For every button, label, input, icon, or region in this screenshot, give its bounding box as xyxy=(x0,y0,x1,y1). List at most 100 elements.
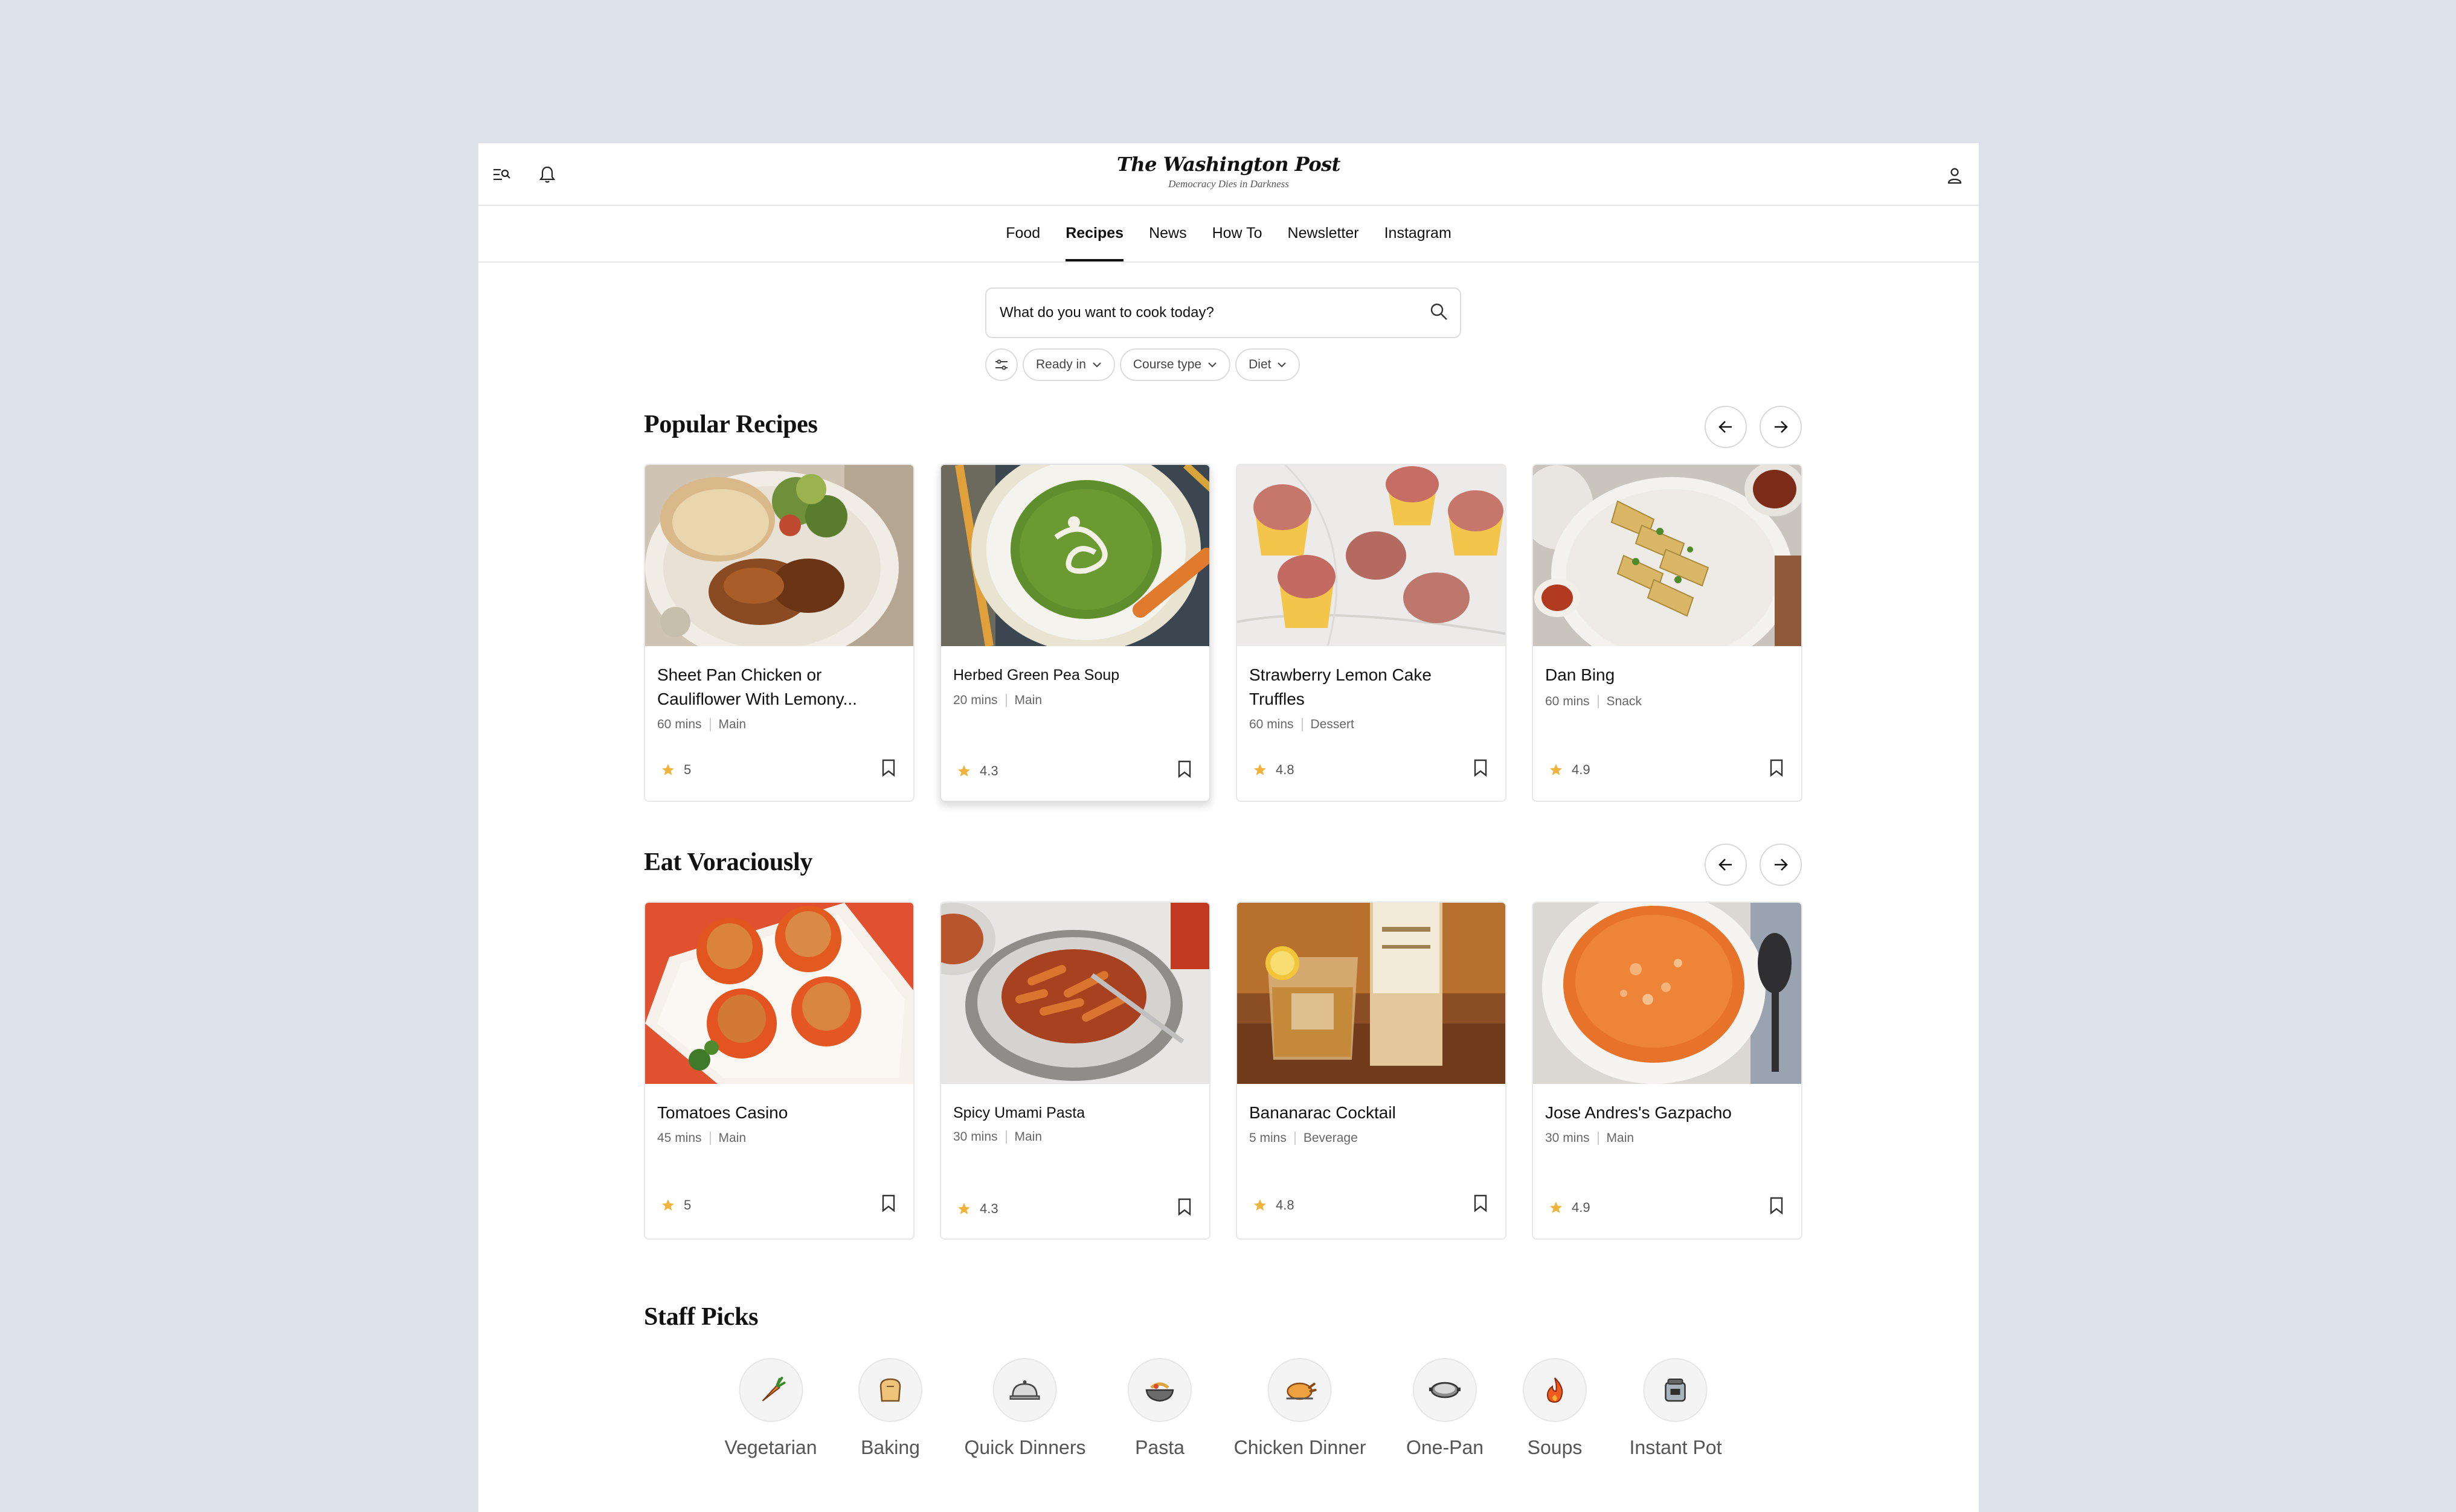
pick-pasta[interactable]: Pasta xyxy=(1128,1358,1192,1459)
roast-chicken-icon xyxy=(1267,1358,1332,1422)
pick-vegetarian[interactable]: Vegetarian xyxy=(724,1358,817,1459)
filter-diet[interactable]: Diet xyxy=(1235,348,1300,381)
bookmark-icon[interactable] xyxy=(1767,757,1786,779)
nav-recipes[interactable]: Recipes xyxy=(1066,205,1124,261)
recipe-card[interactable]: Sheet Pan Chicken or Cauliflower With Le… xyxy=(644,464,915,802)
bookmark-icon[interactable] xyxy=(1767,1195,1786,1217)
recipe-image-gazpacho xyxy=(1533,903,1801,1084)
recipe-meta: 5 mins Beverage xyxy=(1249,1131,1358,1145)
popular-next-button[interactable] xyxy=(1760,406,1802,448)
star-icon xyxy=(958,765,970,777)
recipe-title: Jose Andres's Gazpacho xyxy=(1545,1103,1732,1122)
bookmark-icon[interactable] xyxy=(879,757,898,779)
recipe-meta: 60 mins Main xyxy=(657,717,746,732)
recipe-rating: 4.9 xyxy=(1549,1200,1590,1216)
recipe-title: Tomatoes Casino xyxy=(657,1103,788,1122)
section-title-staff-picks: Staff Picks xyxy=(644,1303,759,1331)
bookmark-icon[interactable] xyxy=(879,1193,898,1214)
nav-newsletter[interactable]: Newsletter xyxy=(1288,205,1359,261)
nav-instagram[interactable]: Instagram xyxy=(1384,205,1451,261)
rating-value: 4.3 xyxy=(980,763,998,778)
recipe-card[interactable]: Jose Andres's Gazpacho 30 mins Main 4.9 xyxy=(1532,902,1802,1240)
search-input[interactable] xyxy=(998,304,1430,322)
pick-quick-dinners[interactable]: Quick Dinners xyxy=(965,1358,1085,1459)
top-bar: The Washington Post Democracy Dies in Da… xyxy=(478,143,1979,206)
recipe-card[interactable]: Spicy Umami Pasta 30 mins Main 4.3 xyxy=(940,902,1210,1240)
filter-label: Course type xyxy=(1133,357,1202,371)
rating-value: 4.3 xyxy=(980,1201,998,1216)
star-icon xyxy=(662,764,674,775)
bookmark-icon[interactable] xyxy=(1175,1196,1194,1218)
arrow-right-icon xyxy=(1775,859,1788,871)
chevron-down-icon xyxy=(1278,362,1287,368)
pressure-cooker-icon xyxy=(1643,1358,1708,1422)
sliders-icon xyxy=(995,359,1008,370)
brand-tagline: Democracy Dies in Darkness xyxy=(1168,178,1289,190)
recipe-card[interactable]: Dan Bing 60 mins Snack 4.9 xyxy=(1532,464,1802,802)
recipe-meta: 45 mins Main xyxy=(657,1131,746,1145)
recipe-rating: 4.9 xyxy=(1549,762,1590,778)
pick-instant-pot[interactable]: Instant Pot xyxy=(1629,1358,1722,1459)
recipe-title: Dan Bing xyxy=(1545,665,1615,684)
recipe-title: Bananarac Cocktail xyxy=(1249,1103,1396,1122)
filter-label: Ready in xyxy=(1036,357,1086,371)
pick-label: Instant Pot xyxy=(1629,1437,1722,1458)
pick-label: Vegetarian xyxy=(724,1437,817,1458)
filter-course-type[interactable]: Course type xyxy=(1119,348,1231,381)
pick-soups[interactable]: Soups xyxy=(1523,1358,1587,1459)
recipe-time: 60 mins xyxy=(1249,717,1294,731)
recipe-rating: 4.3 xyxy=(957,763,998,779)
star-icon xyxy=(1254,764,1266,775)
bookmark-icon[interactable] xyxy=(1175,758,1194,780)
recipe-image-pasta xyxy=(941,903,1209,1084)
recipe-title: Strawberry Lemon Cake Truffles xyxy=(1249,665,1432,708)
recipe-title: Herbed Green Pea Soup xyxy=(953,667,1120,684)
nav-food[interactable]: Food xyxy=(1006,205,1040,261)
recipe-card[interactable]: Bananarac Cocktail 5 mins Beverage 4.8 xyxy=(1236,902,1506,1240)
chevron-down-icon xyxy=(1093,362,1101,368)
brand-logo[interactable]: The Washington Post xyxy=(478,153,1979,176)
pick-one-pan[interactable]: One-Pan xyxy=(1406,1358,1484,1459)
recipe-card[interactable]: Strawberry Lemon Cake Truffles 60 mins De… xyxy=(1236,464,1506,802)
voracious-prev-button[interactable] xyxy=(1705,844,1747,886)
pick-label: Baking xyxy=(861,1437,920,1458)
popular-prev-button[interactable] xyxy=(1705,406,1747,448)
rating-value: 4.8 xyxy=(1276,762,1294,777)
star-icon xyxy=(1550,764,1562,775)
star-icon xyxy=(1254,1199,1266,1211)
recipe-course: Dessert xyxy=(1310,717,1354,731)
filter-bar: Ready in Course type Diet xyxy=(985,348,1300,381)
section-title-voracious: Eat Voraciously xyxy=(644,848,813,876)
recipe-course: Snack xyxy=(1606,694,1642,708)
pasta-bowl-icon xyxy=(1128,1358,1192,1422)
recipe-meta: 60 mins Snack xyxy=(1545,694,1642,709)
filter-settings-button[interactable] xyxy=(985,348,1018,381)
recipe-time: 5 mins xyxy=(1249,1131,1287,1145)
pick-chicken-dinner[interactable]: Chicken Dinner xyxy=(1234,1358,1366,1459)
recipe-course: Main xyxy=(718,717,747,731)
brand[interactable]: The Washington Post Democracy Dies in Da… xyxy=(478,153,1979,190)
recipe-search xyxy=(985,287,1461,338)
recipe-meta: 30 mins Main xyxy=(953,1130,1042,1144)
pick-baking[interactable]: Baking xyxy=(858,1358,922,1459)
recipe-title: Sheet Pan Chicken or Cauliflower With Le… xyxy=(657,665,857,708)
bookmark-icon[interactable] xyxy=(1471,1193,1490,1214)
filter-label: Diet xyxy=(1249,357,1271,371)
recipe-image-cocktail xyxy=(1237,903,1505,1084)
chevron-down-icon xyxy=(1208,362,1217,368)
nav-how-to[interactable]: How To xyxy=(1212,205,1262,261)
voracious-next-button[interactable] xyxy=(1760,844,1802,886)
bookmark-icon[interactable] xyxy=(1471,757,1490,779)
recipe-card[interactable]: Herbed Green Pea Soup 20 mins Main 4.3 xyxy=(940,464,1210,802)
carrot-icon xyxy=(738,1358,803,1422)
recipe-card[interactable]: Tomatoes Casino 45 mins Main 5 xyxy=(644,902,915,1240)
search-icon[interactable] xyxy=(1430,303,1448,324)
user-icon[interactable] xyxy=(1943,164,1967,188)
pan-icon xyxy=(1412,1358,1477,1422)
pick-label: Chicken Dinner xyxy=(1233,1437,1366,1458)
rating-value: 4.9 xyxy=(1572,1200,1590,1215)
rating-value: 4.8 xyxy=(1276,1197,1294,1212)
filter-ready-in[interactable]: Ready in xyxy=(1023,348,1115,381)
nav-news[interactable]: News xyxy=(1149,205,1187,261)
recipe-rating: 4.8 xyxy=(1253,1197,1294,1213)
